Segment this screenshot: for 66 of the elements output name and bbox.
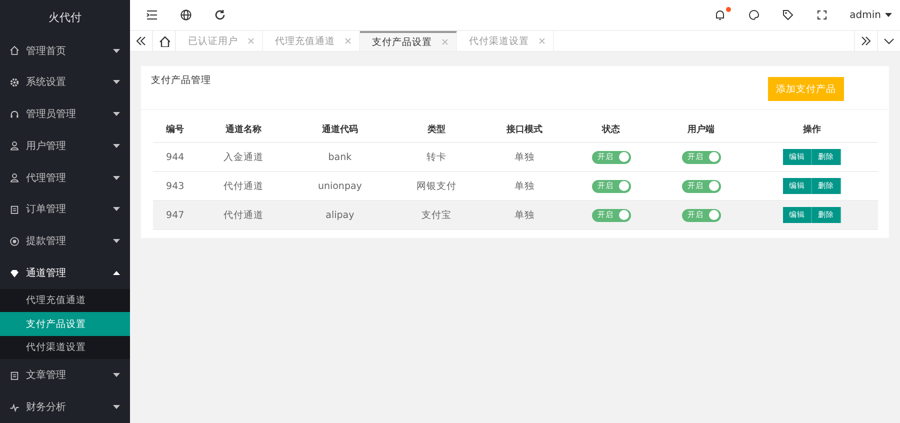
sidebar-item[interactable]: 订单管理 — [0, 194, 130, 226]
submenu-item[interactable]: 代付渠道设置 — [0, 336, 130, 360]
column-header: 操作 — [746, 117, 878, 142]
table-cell: alipay — [289, 200, 390, 230]
bell-icon[interactable] — [714, 9, 726, 21]
sidebar-item[interactable]: 代理管理 — [0, 162, 130, 194]
table-cell: 944 — [153, 142, 198, 172]
caret-icon — [113, 271, 120, 276]
panel-title: 支付产品管理 — [151, 74, 211, 88]
table-cell: bank — [289, 142, 390, 172]
table-cell: 转卡 — [390, 142, 483, 172]
sidebar-item[interactable]: 财务分析 — [0, 391, 130, 423]
palette-icon[interactable] — [748, 9, 760, 21]
tag-icon[interactable] — [782, 9, 794, 21]
column-header: 接口模式 — [482, 117, 566, 142]
double-left-arrow-icon[interactable] — [135, 35, 147, 47]
column-header: 通道代码 — [289, 117, 390, 142]
logo-text: 火代付 — [48, 10, 82, 25]
home-icon[interactable] — [158, 35, 170, 47]
caret-icon — [113, 239, 120, 244]
column-header: 编号 — [153, 117, 198, 142]
caret-icon — [113, 80, 120, 84]
sidebar-item[interactable]: 通道管理 — [0, 257, 130, 289]
column-header: 状态 — [566, 117, 656, 142]
table-cell: 单独 — [482, 200, 566, 230]
sidebar-item[interactable]: 管理员管理 — [0, 98, 130, 130]
sidebar-item[interactable]: 系统设置 — [0, 66, 130, 98]
coin-icon — [9, 236, 20, 247]
fullscreen-icon[interactable] — [816, 9, 828, 21]
user-icon — [9, 140, 20, 152]
tab[interactable]: 支付产品设置 — [360, 31, 457, 51]
caret-icon — [113, 207, 120, 212]
caret-icon — [113, 48, 120, 53]
caret-icon — [113, 176, 120, 180]
submenu-item[interactable]: 支付产品设置 — [0, 312, 130, 336]
globe-icon[interactable] — [180, 9, 192, 21]
sidebar-item[interactable]: 提款管理 — [0, 225, 130, 258]
submenu-item[interactable]: 代理充值通道 — [0, 288, 130, 312]
caret-icon — [113, 112, 120, 116]
column-header: 类型 — [390, 117, 483, 142]
caret-icon — [113, 144, 120, 148]
table-cell: 单独 — [482, 142, 566, 172]
column-header: 通道名称 — [197, 117, 290, 142]
sidebar-item[interactable]: 文章管理 — [0, 359, 130, 392]
table-cell: 代付通道 — [197, 200, 290, 230]
user-icon — [9, 172, 20, 184]
gear-icon — [9, 76, 20, 88]
diamond-icon — [9, 268, 20, 279]
user-name[interactable]: admin — [850, 10, 881, 20]
table-cell: 支付宝 — [390, 200, 483, 230]
refresh-icon[interactable] — [214, 9, 226, 21]
table-cell: 947 — [153, 200, 198, 230]
home-icon — [9, 45, 20, 56]
caret-icon — [113, 405, 120, 410]
pulse-icon — [9, 402, 20, 413]
headset-icon — [9, 108, 20, 120]
menu-icon[interactable] — [146, 9, 158, 21]
sidebar-item[interactable]: 用户管理 — [0, 130, 130, 162]
sidebar-item[interactable]: 管理首页 — [0, 34, 130, 66]
column-header: 用户端 — [656, 117, 746, 142]
caret-icon — [113, 373, 120, 378]
double-right-arrow-icon[interactable] — [860, 35, 872, 47]
table-cell: 入金通道 — [197, 142, 290, 172]
doc-icon — [9, 204, 20, 215]
doc-icon — [9, 370, 20, 381]
caret-icon — [885, 13, 892, 17]
